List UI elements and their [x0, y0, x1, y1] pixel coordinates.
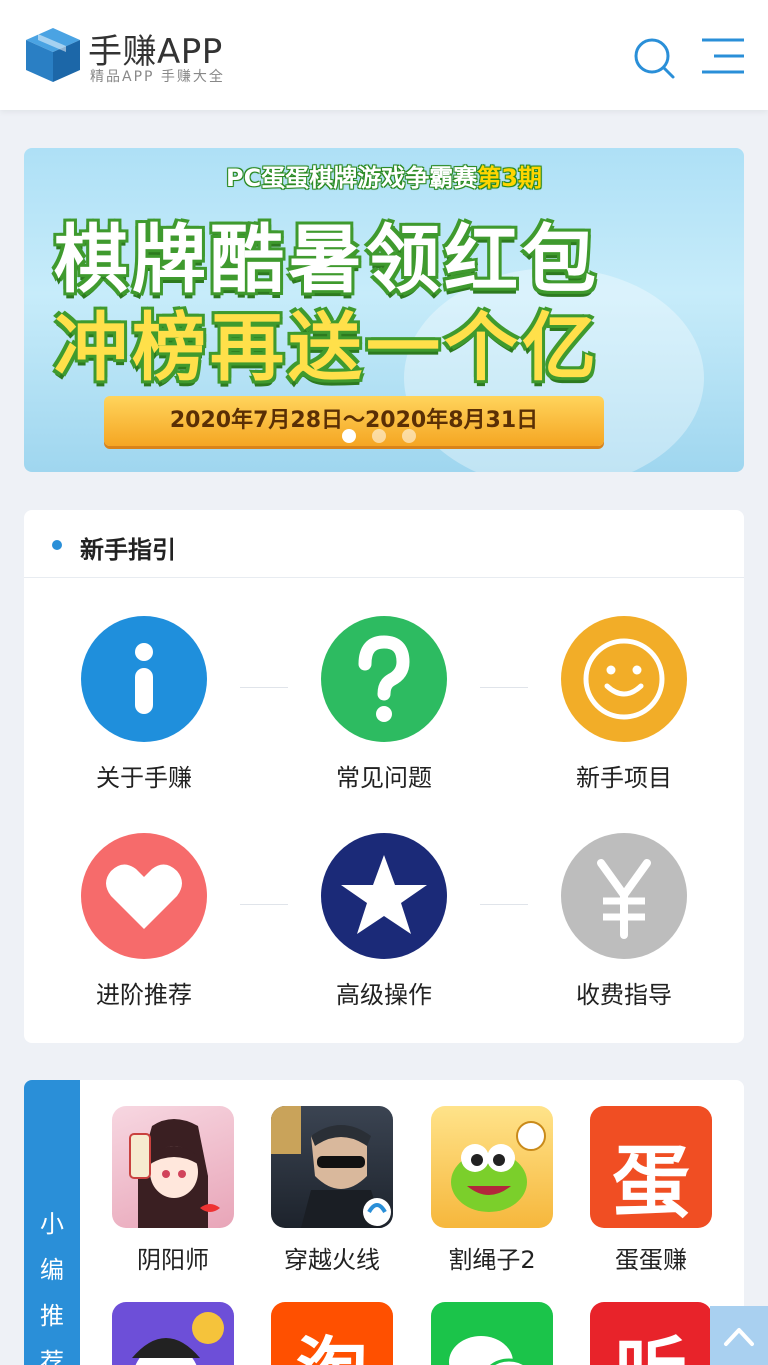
- editor-picks-section: 小 编 推 荐 阴阳师 穿越火线 割绳子2 蛋 蛋蛋赚: [24, 1080, 744, 1365]
- money-cartoon-app-icon: [112, 1302, 234, 1365]
- onmyoji-app-icon: [112, 1106, 234, 1228]
- carousel-indicators: [342, 428, 432, 443]
- section-header: 新手指引: [24, 510, 744, 578]
- app-item-taobao[interactable]: 淘: [271, 1302, 393, 1365]
- listen-app-icon: 听: [590, 1302, 712, 1365]
- guide-item-label: 高级操作: [336, 981, 432, 1009]
- side-label-char: 小: [40, 1210, 64, 1238]
- back-to-top-button[interactable]: [710, 1306, 768, 1365]
- side-label-char: 编: [40, 1256, 64, 1284]
- banner-event-name: PC蛋蛋棋牌游戏争霸赛: [226, 164, 478, 192]
- app-name: 蛋蛋赚: [615, 1246, 687, 1274]
- guide-item-label: 常见问题: [336, 764, 432, 792]
- app-name: 阴阳师: [137, 1246, 209, 1274]
- wechat-app-icon: [431, 1302, 553, 1365]
- app-glyph: 蛋: [611, 1138, 690, 1228]
- search-icon[interactable]: [632, 36, 676, 80]
- app-item-crossfire[interactable]: 穿越火线: [271, 1106, 393, 1275]
- guide-item-label: 关于手赚: [96, 764, 192, 792]
- divider: [480, 687, 528, 688]
- heart-icon: [81, 833, 207, 959]
- app-tagline: 精品APP 手赚大全: [90, 69, 225, 85]
- app-name: 割绳子2: [448, 1246, 536, 1274]
- info-icon: [81, 616, 207, 742]
- carousel-dot[interactable]: [372, 429, 386, 443]
- app-item-money-cartoon[interactable]: [112, 1302, 234, 1365]
- top-header: 手赚APP 精品APP 手赚大全: [0, 0, 768, 110]
- guide-item-advanced-picks[interactable]: 进阶推荐: [54, 833, 234, 1010]
- carousel-dot[interactable]: [402, 429, 416, 443]
- guide-item-new-projects[interactable]: 新手项目: [534, 616, 714, 793]
- editor-picks-label: 小 编 推 荐: [24, 1080, 80, 1365]
- guide-item-fee-guide[interactable]: 收费指导: [534, 833, 714, 1010]
- question-icon: [321, 616, 447, 742]
- app-item-listen[interactable]: 听: [590, 1302, 712, 1365]
- divider: [480, 904, 528, 905]
- side-label-char: 荐: [40, 1348, 64, 1365]
- beginner-guide-section: 新手指引 关于手赚 常见问题 新手项目 进阶推荐 高级操作 收费指导: [24, 510, 744, 1043]
- crossfire-app-icon: [271, 1106, 393, 1228]
- promo-banner[interactable]: PC蛋蛋棋牌游戏争霸赛第3期 棋牌酷暑领红包 冲榜再送一个亿 2020年7月28…: [24, 148, 744, 472]
- carousel-dot[interactable]: [342, 429, 356, 443]
- side-label-char: 推: [40, 1302, 64, 1330]
- dandanzhuan-app-icon: 蛋: [590, 1106, 712, 1228]
- divider: [240, 687, 288, 688]
- app-item-cut-the-rope[interactable]: 割绳子2: [431, 1106, 553, 1275]
- bullet-dot-icon: [52, 540, 62, 550]
- smiley-icon: [561, 616, 687, 742]
- guide-item-label: 收费指导: [576, 981, 672, 1009]
- taobao-app-icon: 淘: [271, 1302, 393, 1365]
- guide-item-faq[interactable]: 常见问题: [294, 616, 474, 793]
- app-name: 穿越火线: [284, 1246, 380, 1274]
- section-title: 新手指引: [80, 536, 176, 564]
- app-glyph: 淘: [271, 1312, 393, 1365]
- guide-item-about[interactable]: 关于手赚: [54, 616, 234, 793]
- banner-subheadline: 冲榜再送一个亿: [54, 305, 600, 391]
- divider: [240, 904, 288, 905]
- guide-item-advanced-ops[interactable]: 高级操作: [294, 833, 474, 1010]
- app-item-onmyoji[interactable]: 阴阳师: [112, 1106, 234, 1275]
- yen-icon: [561, 833, 687, 959]
- guide-item-label: 新手项目: [576, 764, 672, 792]
- app-glyph: 听: [590, 1312, 712, 1365]
- guide-item-label: 进阶推荐: [96, 981, 192, 1009]
- banner-event-title: PC蛋蛋棋牌游戏争霸赛第3期: [24, 158, 744, 193]
- app-item-dandanzhuan[interactable]: 蛋 蛋蛋赚: [590, 1106, 712, 1275]
- app-item-wechat[interactable]: [431, 1302, 553, 1365]
- cut-the-rope-app-icon: [431, 1106, 553, 1228]
- star-icon: [321, 833, 447, 959]
- banner-event-issue: 第3期: [477, 164, 542, 192]
- logo-cube-icon[interactable]: [24, 26, 82, 84]
- hamburger-menu-icon[interactable]: [700, 36, 746, 76]
